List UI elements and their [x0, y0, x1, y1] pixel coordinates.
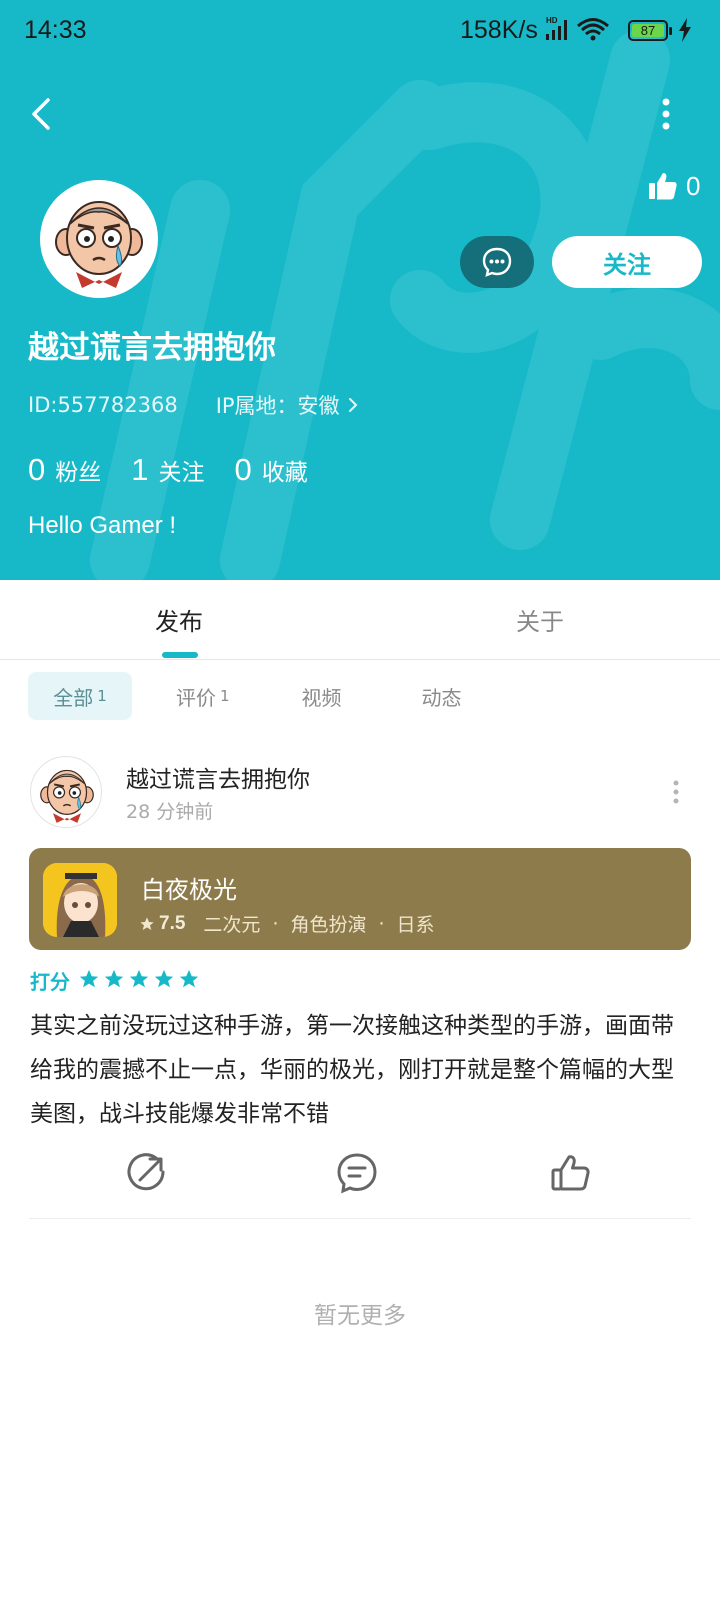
filter-all-count: 1	[97, 687, 107, 705]
tab-active-indicator	[162, 652, 198, 658]
post-divider	[29, 1218, 691, 1219]
game-card[interactable]: 白夜极光 7.5 二次元 · 角色扮演 · 日系	[29, 848, 691, 950]
stat-fans[interactable]: 0 粉丝	[28, 452, 101, 488]
review-rating: 打分	[30, 966, 203, 995]
status-bar: 14:33 158K/s HD 87	[0, 0, 720, 60]
share-icon[interactable]	[126, 1152, 168, 1194]
tab-publish[interactable]: 发布	[155, 602, 203, 637]
post-filter-bar: 全部 1 评价 1 视频 动态	[28, 672, 462, 720]
stat-following-label: 关注	[158, 460, 205, 486]
profile-username: 越过谎言去拥抱你	[28, 330, 276, 366]
stat-fans-label: 粉丝	[55, 460, 102, 486]
star-icon	[140, 916, 154, 930]
game-tag-2: 角色扮演	[290, 914, 367, 936]
stat-following[interactable]: 1 关注	[131, 452, 204, 488]
rating-star-icon	[104, 969, 124, 987]
filter-review-count: 1	[220, 687, 230, 705]
no-more-text: 暂无更多	[314, 1303, 406, 1329]
ip-location[interactable]: IP属地：安徽	[216, 390, 360, 420]
game-character-art	[43, 863, 117, 937]
filter-dynamic[interactable]: 动态	[422, 672, 462, 720]
game-tag-3: 日系	[396, 914, 435, 936]
stat-favorites[interactable]: 0 收藏	[235, 452, 308, 488]
game-score: 7.5	[159, 912, 186, 934]
profile-like-count: 0	[686, 170, 701, 201]
rating-star-icon	[179, 969, 199, 987]
profile-stats: 0 粉丝 1 关注 0 收藏	[28, 452, 338, 488]
game-meta: 7.5 二次元 · 角色扮演 · 日系	[139, 910, 435, 937]
thumbs-up-icon[interactable]	[550, 1152, 592, 1194]
post-more-icon[interactable]	[670, 780, 682, 804]
chevron-right-icon	[348, 398, 357, 412]
filter-review[interactable]: 评价 1	[176, 672, 230, 720]
charging-icon	[679, 18, 691, 42]
post-actions	[0, 1152, 720, 1200]
battery-level: 87	[640, 23, 656, 38]
signal-wifi-icon: HD	[546, 16, 609, 41]
avatar-cartoon-face	[55, 201, 143, 288]
filter-video[interactable]: 视频	[302, 672, 342, 720]
tab-about[interactable]: 关于	[516, 602, 564, 637]
filter-video-label: 视频	[301, 685, 342, 710]
post-time: 28 分钟前	[126, 801, 214, 823]
rating-star-icon	[79, 969, 99, 987]
ip-location-text: IP属地：安徽	[215, 394, 340, 418]
game-tag-1: 二次元	[203, 914, 261, 936]
status-time: 14:33	[24, 16, 87, 44]
filter-review-label: 评价	[176, 685, 216, 710]
game-icon	[43, 863, 117, 937]
post-author-avatar[interactable]	[30, 756, 102, 828]
avatar-cartoon-face	[40, 769, 94, 823]
stat-following-value: 1	[131, 452, 149, 487]
game-name: 白夜极光	[141, 876, 237, 904]
more-options-icon[interactable]	[656, 96, 676, 132]
follow-button[interactable]: 关注	[552, 236, 702, 288]
battery-icon: 87	[628, 20, 668, 41]
network-speed: 158K/s	[460, 16, 538, 44]
filter-dynamic-label: 动态	[421, 685, 462, 710]
back-arrow-icon[interactable]	[26, 94, 58, 134]
stat-favorites-label: 收藏	[261, 460, 308, 486]
profile-id: ID:557782368	[28, 393, 178, 417]
profile-avatar[interactable]	[40, 180, 158, 298]
tag-separator: ·	[272, 912, 279, 935]
battery-tip	[669, 27, 672, 35]
message-button[interactable]	[460, 236, 534, 288]
profile-header: 14:33 158K/s HD 87 0 关注 越过谎言去拥抱你 ID:5577…	[0, 0, 720, 580]
stat-favorites-value: 0	[234, 452, 252, 487]
rating-star-icon	[154, 969, 174, 987]
thumbs-up-icon	[649, 173, 677, 200]
chat-bubble-icon	[482, 247, 512, 277]
post-author-name[interactable]: 越过谎言去拥抱你	[126, 760, 310, 794]
profile-bio: Hello Gamer !	[28, 512, 177, 539]
rating-label: 打分	[30, 970, 70, 994]
filter-all-label: 全部	[53, 685, 94, 710]
profile-id-line: ID:557782368 IP属地：安徽	[28, 390, 360, 420]
stat-fans-value: 0	[28, 452, 46, 487]
profile-like[interactable]: 0	[648, 168, 720, 204]
comment-icon[interactable]	[336, 1152, 378, 1194]
filter-all[interactable]: 全部 1	[28, 672, 132, 720]
review-text[interactable]: 其实之前没玩过这种手游，第一次接触这种类型的手游，画面带给我的震撼不止一点，华丽…	[30, 1004, 695, 1136]
profile-tabs: 发布 关于	[0, 580, 720, 660]
svg-text:HD: HD	[546, 16, 558, 25]
tag-separator: ·	[378, 912, 385, 935]
rating-star-icon	[129, 969, 149, 987]
rating-stars	[78, 968, 203, 994]
